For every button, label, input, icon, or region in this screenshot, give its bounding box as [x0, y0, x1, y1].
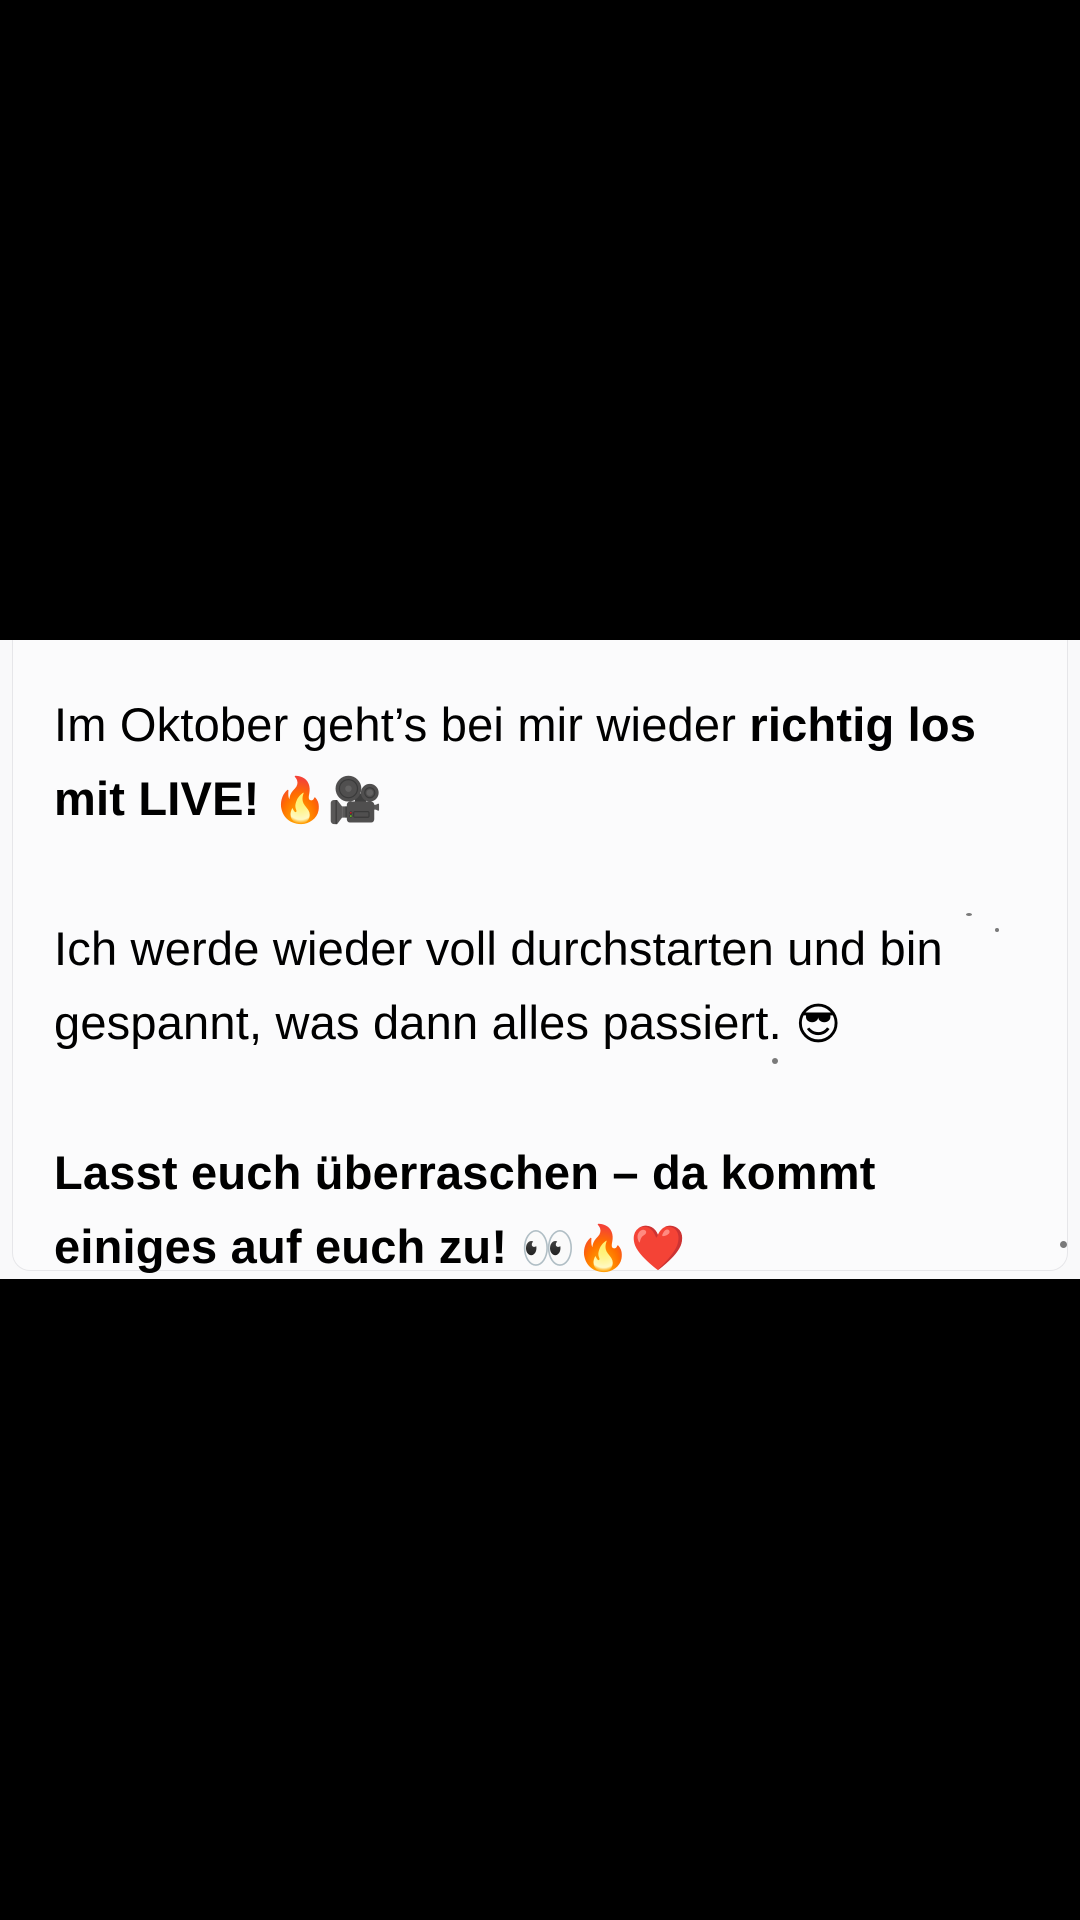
note-paragraph-1: Im Oktober geht’s bei mir wieder richtig…	[54, 688, 1044, 838]
dust-speck	[995, 928, 999, 932]
dust-speck	[1060, 1241, 1067, 1248]
paragraph-3-bold-text: Lasst euch überraschen – da kommt einige…	[54, 1146, 876, 1273]
dust-speck	[966, 913, 972, 916]
note-paragraph-3: Lasst euch überraschen – da kommt einige…	[54, 1136, 1044, 1279]
note-body: Im Oktober geht’s bei mir wieder richtig…	[54, 688, 1044, 1279]
bottom-letterbox	[0, 1279, 1080, 1920]
paragraph-1-text: Im Oktober geht’s bei mir wieder	[54, 698, 750, 751]
movie-camera-icon: 🎥	[327, 775, 383, 826]
fire-icon: 🔥	[575, 1223, 631, 1274]
dust-speck	[772, 1058, 778, 1064]
fire-icon: 🔥	[272, 775, 328, 826]
eyes-icon: 👀	[520, 1223, 576, 1274]
note-card: Im Oktober geht’s bei mir wieder richtig…	[0, 640, 1080, 1279]
top-letterbox	[0, 0, 1080, 640]
red-heart-icon: ❤️	[630, 1223, 686, 1274]
note-paragraph-2: Ich werde wieder voll durchstarten und b…	[54, 912, 1044, 1062]
sunglasses-face-icon: 😎	[795, 999, 842, 1050]
